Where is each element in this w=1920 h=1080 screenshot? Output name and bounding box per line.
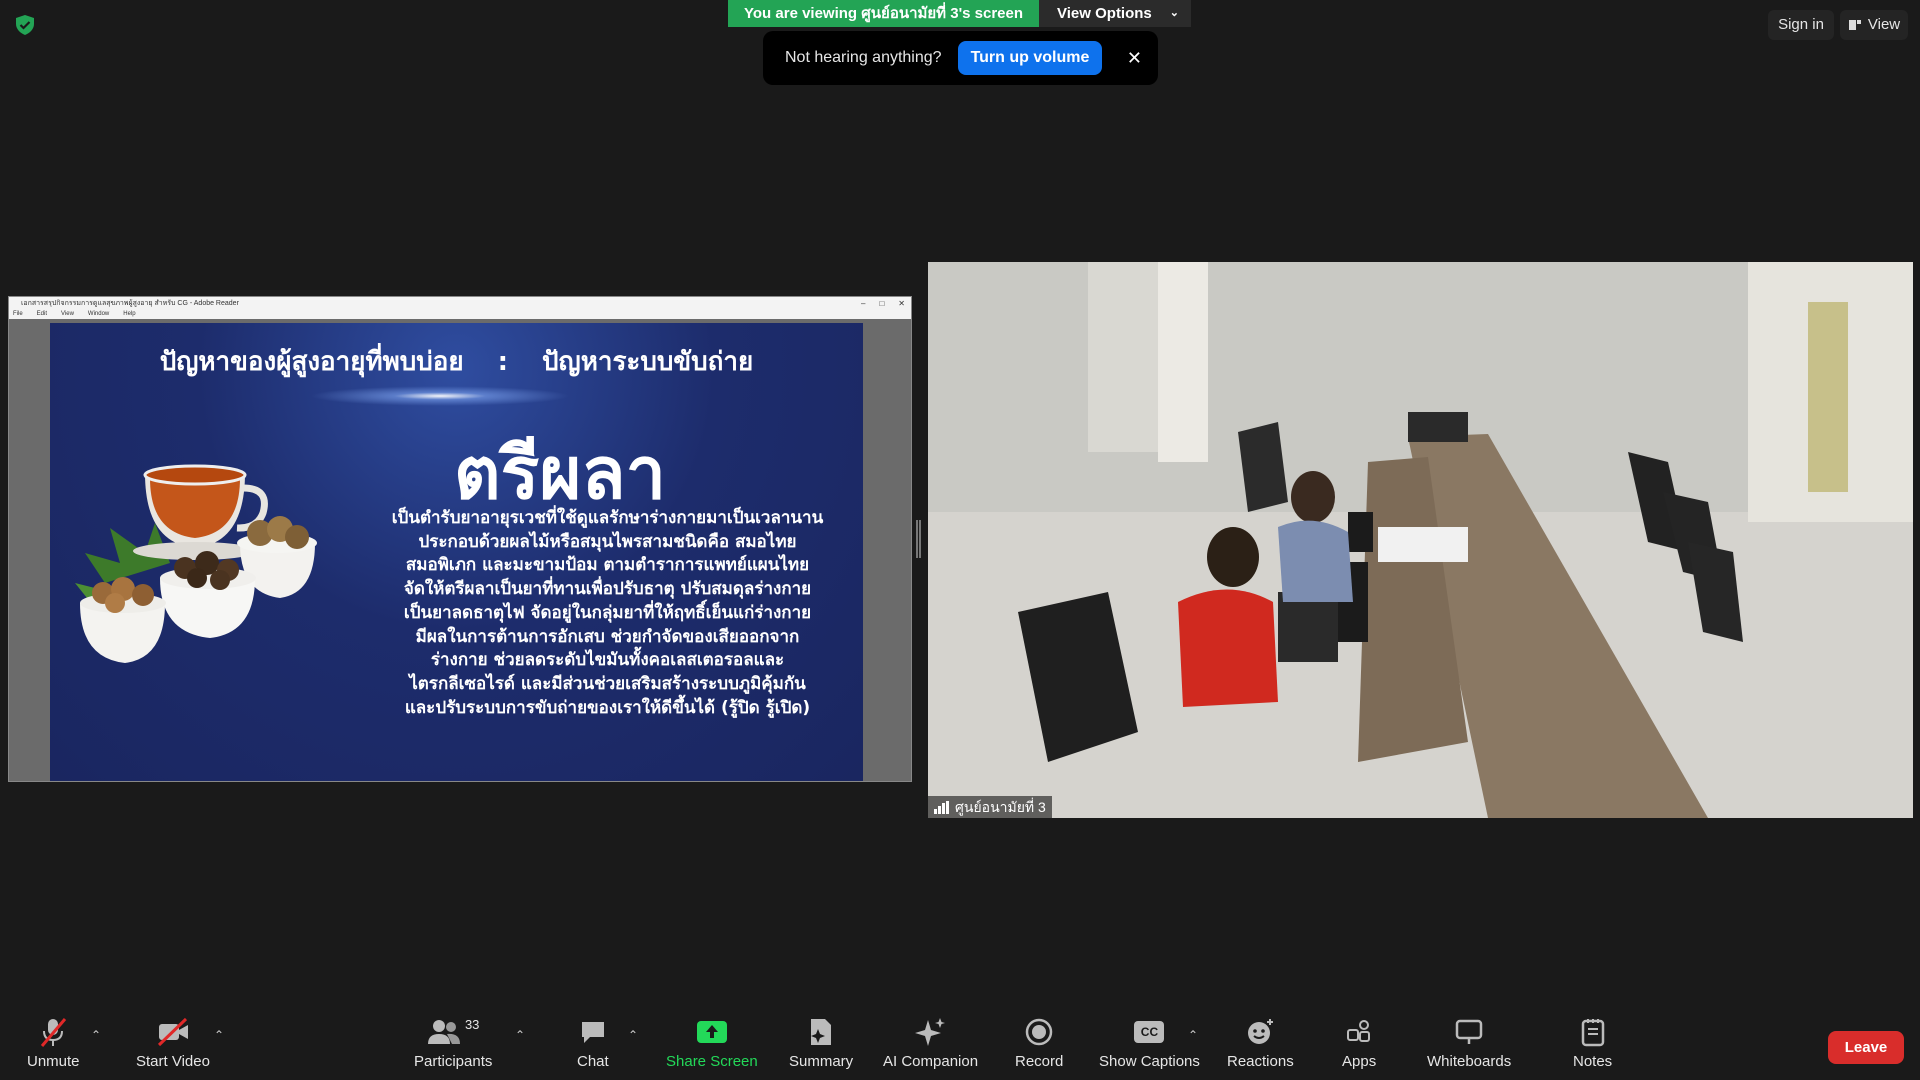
share-screen-label: Share Screen <box>666 1053 758 1070</box>
whiteboards-button[interactable]: Whiteboards <box>1427 1015 1511 1070</box>
shared-screen[interactable]: เอกสารสรุปกิจกรรมการดูแลสุขภาพผู้สูงอายุ… <box>8 296 912 782</box>
whiteboard-icon <box>1455 1019 1483 1044</box>
summary-icon <box>811 1019 832 1045</box>
room-video-image <box>928 262 1913 818</box>
start-video-label: Start Video <box>136 1053 210 1070</box>
participant-name: ศูนย์อนามัยที่ 3 <box>955 799 1046 815</box>
slide-body-line: เป็นยาลดธาตุไฟ จัดอยู่ในกลุ่มยาที่ให้ฤทธ… <box>403 602 812 623</box>
notes-button[interactable]: Notes <box>1573 1015 1612 1070</box>
apps-icon <box>1347 1020 1371 1042</box>
participant-name-tag: ศูนย์อนามัยที่ 3 <box>928 796 1052 818</box>
view-layout-icon <box>1848 20 1861 30</box>
reactions-button[interactable]: Reactions <box>1227 1015 1294 1070</box>
maximize-icon: □ <box>879 299 885 308</box>
slide-body-line: ร่างกาย ช่วยลดระดับไขมันทั้งคอเลสเตอรอลแ… <box>430 650 785 671</box>
slide-glow <box>310 386 570 406</box>
menu-item: Help <box>123 311 136 317</box>
participants-label: Participants <box>414 1053 493 1070</box>
reader-title: เอกสารสรุปกิจกรรมการดูแลสุขภาพผู้สูงอายุ… <box>21 300 239 307</box>
summary-label: Summary <box>789 1053 854 1070</box>
audio-notice: Not hearing anything? Turn up volume ✕ <box>763 31 1158 85</box>
ai-companion-button[interactable]: AI Companion <box>883 1015 978 1070</box>
apps-label: Apps <box>1342 1053 1377 1070</box>
reactions-label: Reactions <box>1227 1053 1294 1070</box>
ai-sparkle-icon <box>914 1018 945 1046</box>
sign-in-button[interactable]: Sign in <box>1768 10 1834 40</box>
apps-button[interactable]: Apps <box>1342 1015 1376 1070</box>
share-screen-icon <box>696 1021 727 1043</box>
slide-body-line: และปรับระบบการขับถ่ายของเราให้ดีขึ้นได้ … <box>404 697 811 718</box>
ai-companion-label: AI Companion <box>883 1053 979 1070</box>
leave-button[interactable]: Leave <box>1828 1031 1904 1064</box>
signal-strength-icon <box>934 800 949 814</box>
close-icon[interactable]: ✕ <box>1127 48 1142 69</box>
microphone-muted-icon <box>41 1018 67 1047</box>
chat-button[interactable]: Chat <box>577 1015 609 1070</box>
chevron-down-icon: ⌄ <box>1169 7 1179 19</box>
menu-item: Window <box>87 311 110 317</box>
slide-body: เป็นตำรับยาอายุรเวชที่ใช้ดูแลรักษาร่างกา… <box>375 507 840 720</box>
chat-label: Chat <box>577 1053 609 1070</box>
menu-item: Edit <box>36 311 48 317</box>
minimize-icon: – <box>861 299 866 308</box>
show-captions-button[interactable]: CC Show Captions <box>1099 1015 1200 1070</box>
slide-body-line: มีผลในการต้านการอักเสบ ช่วยกำจัดของเสียอ… <box>415 626 800 647</box>
close-window-icon: ✕ <box>898 299 905 308</box>
turn-up-volume-button[interactable]: Turn up volume <box>957 41 1103 75</box>
notes-icon <box>1581 1019 1604 1047</box>
notice-text: Not hearing anything? <box>785 49 942 66</box>
menu-item: File <box>13 311 23 317</box>
show-captions-label: Show Captions <box>1099 1053 1200 1070</box>
slide-heading-right: ปัญหาระบบขับถ่าย <box>542 347 754 377</box>
record-label: Record <box>1015 1053 1064 1070</box>
splitter-handle[interactable] <box>916 520 921 558</box>
reader-titlebar: เอกสารสรุปกิจกรรมการดูแลสุขภาพผู้สูงอายุ… <box>9 297 911 310</box>
unmute-label: Unmute <box>27 1053 80 1070</box>
video-options-caret-icon[interactable]: ⌃ <box>214 1028 224 1042</box>
viewing-banner: You are viewing ศูนย์อนามัยที่ 3's scree… <box>728 0 1191 27</box>
slide-body-line: เป็นตำรับยาอายุรเวชที่ใช้ดูแลรักษาร่างกา… <box>391 508 824 528</box>
unmute-button[interactable]: Unmute <box>27 1015 80 1070</box>
security-shield-icon[interactable] <box>14 14 36 36</box>
participants-caret-icon[interactable]: ⌃ <box>515 1028 525 1042</box>
participant-video[interactable] <box>928 262 1913 818</box>
slide-heading-left: ปัญหาของผู้สูงอายุที่พบบ่อย <box>159 347 464 377</box>
menu-item: View <box>61 311 74 317</box>
slide-body-line: ไตรกลีเซอไรด์ และมีส่วนช่วยเสริมสร้างระบ… <box>409 673 806 694</box>
viewing-label: You are viewing ศูนย์อนามัยที่ 3's scree… <box>728 0 1040 27</box>
slide-heading: ปัญหาของผู้สูงอายุที่พบบ่อย: ปัญหาระบบขับ… <box>50 341 863 382</box>
video-off-icon <box>157 1017 188 1047</box>
start-video-button[interactable]: Start Video <box>136 1015 210 1070</box>
reader-menubar: File Edit View Window Help <box>9 310 911 319</box>
herbal-tea-image <box>75 464 317 663</box>
summary-button[interactable]: Summary <box>789 1015 853 1070</box>
view-options-label: View Options <box>1057 5 1152 22</box>
whiteboards-label: Whiteboards <box>1427 1053 1512 1070</box>
reactions-icon <box>1248 1019 1274 1044</box>
audio-options-caret-icon[interactable]: ⌃ <box>91 1028 101 1042</box>
chat-caret-icon[interactable]: ⌃ <box>628 1028 638 1042</box>
record-icon <box>1025 1018 1053 1046</box>
participant-count: 33 <box>464 1017 480 1032</box>
presentation-slide: ปัญหาของผู้สูงอายุที่พบบ่อย: ปัญหาระบบขับ… <box>50 323 863 781</box>
share-screen-button[interactable]: Share Screen <box>666 1015 758 1070</box>
notes-label: Notes <box>1573 1053 1613 1070</box>
view-label: View <box>1867 16 1901 33</box>
record-button[interactable]: Record <box>1015 1015 1063 1070</box>
slide-body-line: สมอพิเภก และมะขามป้อม ตามตำราการแพทย์แผน… <box>405 555 810 576</box>
window-controls: – □ ✕ <box>861 297 905 310</box>
chat-icon <box>581 1022 604 1043</box>
captions-caret-icon[interactable]: ⌃ <box>1188 1028 1198 1042</box>
participants-button[interactable]: 33 Participants <box>414 1015 492 1070</box>
view-button[interactable]: View <box>1840 10 1908 40</box>
slide-body-line: จัดให้ตรีผลาเป็นยาที่ทานเพื่อปรับธาตุ ปร… <box>403 579 812 600</box>
captions-icon: CC <box>1134 1021 1165 1043</box>
slide-heading-separator: : <box>497 347 509 377</box>
view-options-button[interactable]: View Options ⌄ <box>1039 0 1191 27</box>
participants-icon <box>427 1020 460 1044</box>
slide-body-line: ประกอบด้วยผลไม้หรือสมุนไพรสามชนิดคือ สมอ… <box>418 531 797 552</box>
